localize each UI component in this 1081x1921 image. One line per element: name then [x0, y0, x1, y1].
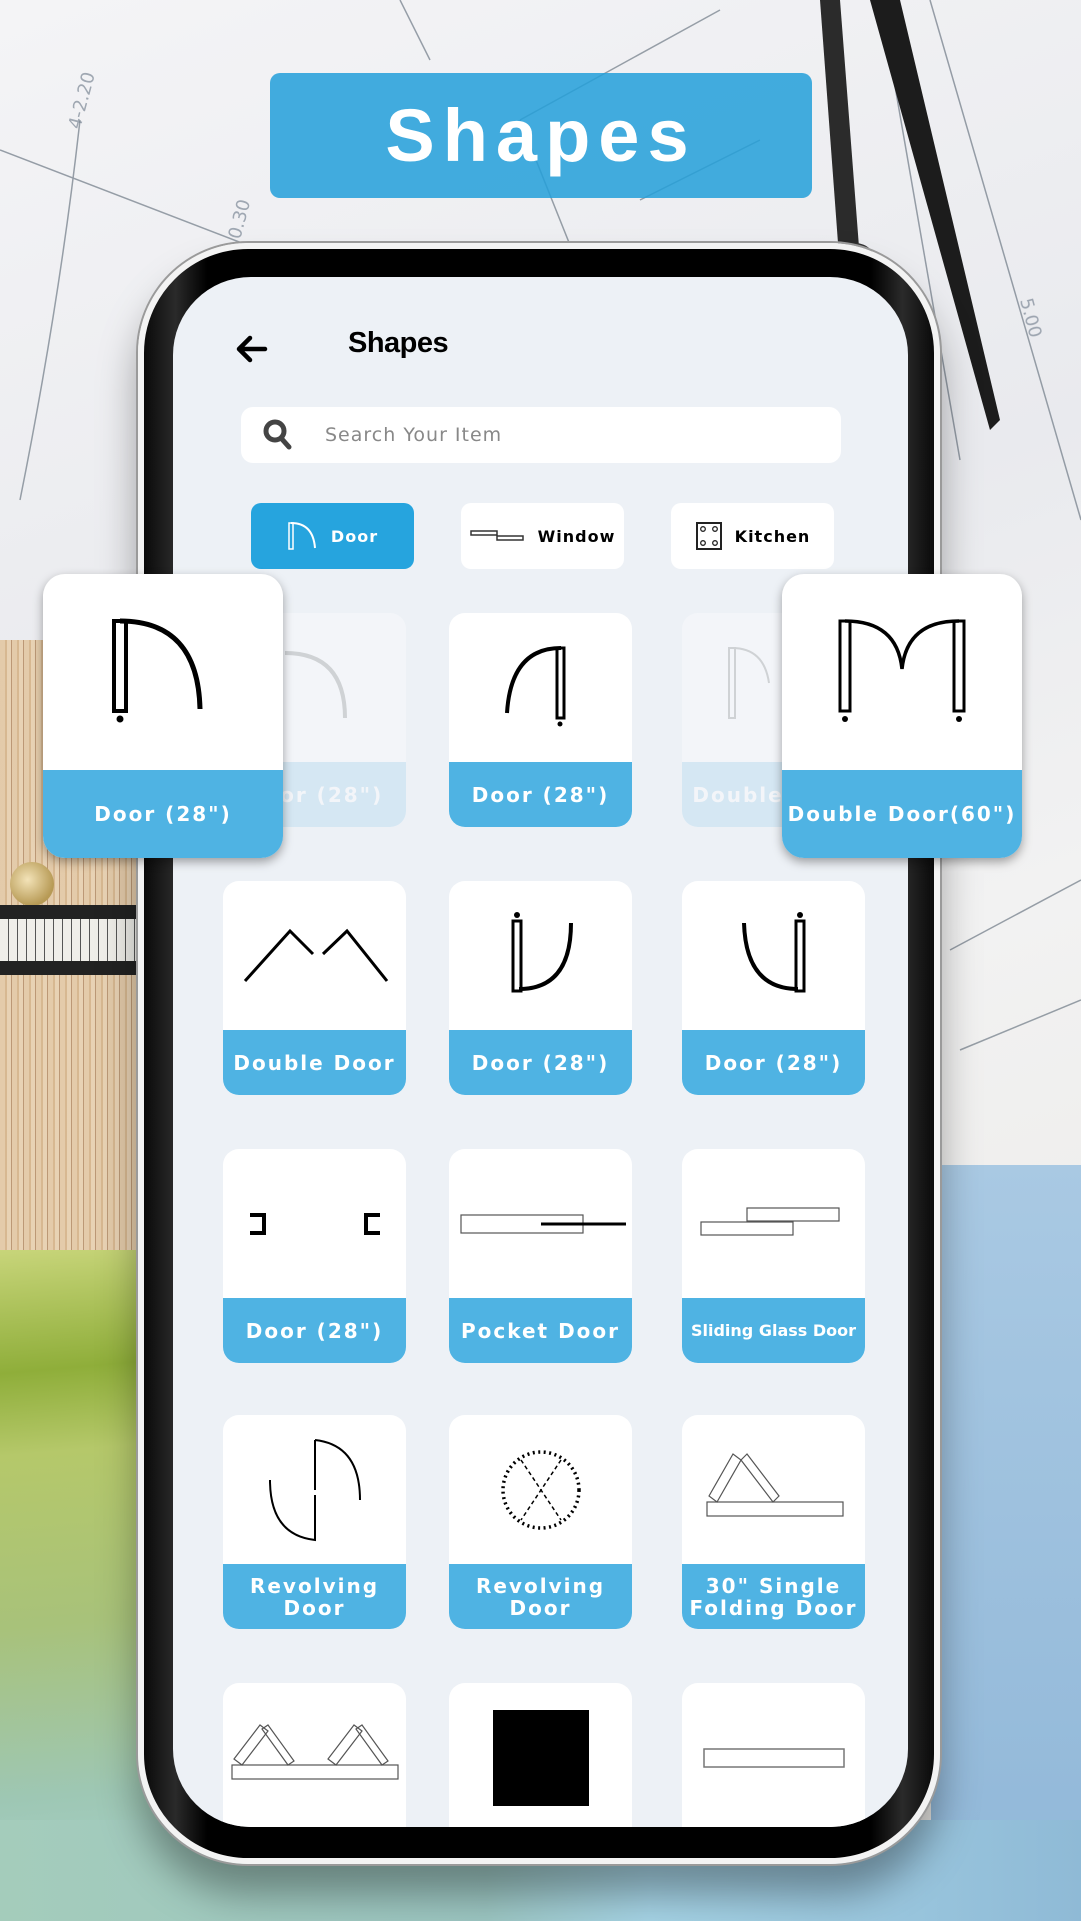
shape-card[interactable]	[682, 1683, 865, 1827]
shape-card[interactable]: Double Door	[223, 881, 406, 1095]
shape-card[interactable]: Revolving Door	[449, 1415, 632, 1629]
single-folding-door-icon	[705, 1452, 844, 1517]
door-swing-down-right-icon	[511, 911, 573, 992]
shape-card[interactable]: Pocket Door	[449, 1149, 632, 1363]
shape-card-label: Revolving Door	[449, 1564, 632, 1629]
app-screen: Shapes Door Window	[173, 277, 908, 1827]
shape-card[interactable]	[449, 1683, 632, 1827]
shape-card[interactable]: Door (28")	[449, 613, 632, 827]
kitchen-stove-icon	[695, 522, 722, 550]
tab-door[interactable]: Door	[251, 503, 414, 569]
shape-card-label: Door (28")	[223, 1298, 406, 1363]
ruler-knob	[10, 862, 54, 906]
popup-card-label: Door (28")	[43, 770, 283, 858]
tab-door-label: Door	[330, 526, 379, 546]
shape-card-label: Door (28")	[449, 762, 632, 827]
blueprint-blue-area	[931, 1165, 1081, 1921]
sliding-glass-door-icon	[699, 1206, 840, 1236]
tab-window[interactable]: Window	[461, 503, 624, 569]
shape-card[interactable]: Door (28")	[682, 881, 865, 1095]
shape-card-label: Double Door	[223, 1030, 406, 1095]
revolving-door-icon	[268, 1438, 361, 1541]
door-swing-left-icon	[112, 618, 203, 723]
search-icon	[263, 419, 303, 451]
shape-card-label: 30" Single Folding Door	[682, 1564, 865, 1629]
header-banner: Shapes	[270, 73, 812, 198]
search-input[interactable]	[325, 424, 805, 446]
shape-card[interactable]: Revolving Door	[223, 1415, 406, 1629]
shape-card-label: Pocket Door	[449, 1298, 632, 1363]
popup-card-left[interactable]: Door (28")	[43, 574, 283, 858]
ruler	[0, 905, 140, 975]
door-opening-icon	[249, 1212, 380, 1235]
wall-panel-icon	[702, 1747, 845, 1768]
revolving-door-circle-icon	[500, 1449, 581, 1530]
shape-card[interactable]: Door (28")	[223, 1149, 406, 1363]
shape-card[interactable]: Sliding Glass Door	[682, 1149, 865, 1363]
pocket-door-icon	[459, 1213, 626, 1234]
double-door-icon	[838, 619, 966, 722]
double-door-open-icon	[243, 928, 388, 982]
back-button[interactable]	[229, 327, 273, 371]
door-swing-icon	[288, 522, 316, 550]
category-tabs: Door Window Kitchen	[251, 503, 851, 569]
svg-text:4-2.20: 4-2.20	[65, 70, 100, 131]
shape-card-label: Sliding Glass Door	[682, 1298, 865, 1363]
shape-card-label: Door (28")	[682, 1030, 865, 1095]
search-bar[interactable]	[241, 407, 841, 463]
popup-card-right[interactable]: Double Door(60")	[782, 574, 1022, 858]
window-icon	[469, 530, 524, 541]
tab-window-label: Window	[537, 526, 616, 546]
shape-card-label: Revolving Door	[223, 1564, 406, 1629]
door-swing-down-left-icon	[741, 911, 805, 992]
door-swing-right-icon	[504, 645, 565, 726]
double-folding-door-icon	[230, 1723, 399, 1780]
app-header: Shapes	[173, 277, 908, 417]
shape-card[interactable]	[223, 1683, 406, 1827]
page-title: Shapes	[348, 327, 449, 359]
popup-card-label: Double Door(60")	[782, 770, 1022, 858]
shape-card[interactable]: Door (28")	[449, 881, 632, 1095]
banner-title: Shapes	[385, 94, 697, 177]
tab-kitchen[interactable]: Kitchen	[671, 503, 834, 569]
solid-block-icon	[492, 1709, 589, 1806]
shape-card[interactable]: 30" Single Folding Door	[682, 1415, 865, 1629]
shape-card-label: Door (28")	[449, 1030, 632, 1095]
svg-text:0.30: 0.30	[225, 197, 256, 241]
arrow-left-icon	[236, 335, 268, 363]
tab-kitchen-label: Kitchen	[734, 526, 811, 546]
